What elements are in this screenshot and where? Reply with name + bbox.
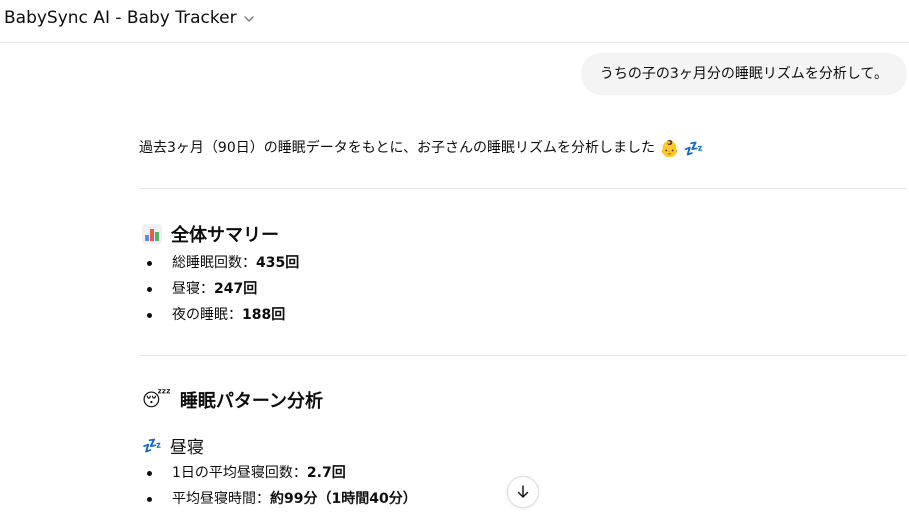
item-value: 約99分（1時間40分） xyxy=(270,491,417,507)
summary-list: 総睡眠回数：435回 昼寝：247回 夜の睡眠：188回 xyxy=(139,250,299,328)
user-message-bubble: うちの子の3ヶ月分の睡眠リズムを分析して。 xyxy=(580,53,907,95)
chat-window: BabySync AI - Baby Tracker うちの子の3ヶ月分の睡眠リ… xyxy=(0,0,909,520)
chevron-down-icon xyxy=(243,15,254,22)
list-item: 1日の平均昼寝回数：2.7回 xyxy=(139,460,417,486)
nap-heading: 💤 昼寝 xyxy=(142,433,204,458)
item-value: 2.7回 xyxy=(306,465,346,481)
item-label: 昼寝： xyxy=(172,281,214,297)
header: BabySync AI - Baby Tracker xyxy=(0,0,909,43)
bar-chart-icon xyxy=(142,224,162,244)
divider xyxy=(139,355,907,356)
intro-text: 過去3ヶ月（90日）の睡眠データをもとに、お子さんの睡眠リズムを分析しました xyxy=(139,140,656,156)
baby-icon: 👶 xyxy=(659,139,680,158)
item-label: 1日の平均昼寝回数： xyxy=(172,465,307,481)
user-message-text: うちの子の3ヶ月分の睡眠リズムを分析して。 xyxy=(599,66,888,82)
list-item: 夜の睡眠：188回 xyxy=(139,302,299,328)
list-item: 昼寝：247回 xyxy=(139,276,299,302)
scroll-to-bottom-button[interactable] xyxy=(507,476,539,508)
divider xyxy=(139,188,907,189)
arrow-down-icon xyxy=(517,485,529,498)
nap-title: 昼寝 xyxy=(169,438,204,458)
pattern-title: 睡眠パターン分析 xyxy=(179,391,323,412)
pattern-heading: 😴 睡眠パターン分析 xyxy=(142,387,323,413)
item-label: 夜の睡眠： xyxy=(172,307,242,323)
list-item: 平均昼寝時間：約99分（1時間40分） xyxy=(139,486,417,512)
list-item: 総睡眠回数：435回 xyxy=(139,250,299,276)
app-title: BabySync AI - Baby Tracker xyxy=(4,8,237,28)
summary-heading: 全体サマリー xyxy=(142,221,279,247)
item-value: 247回 xyxy=(214,281,258,297)
zzz-icon: 💤 xyxy=(142,436,162,455)
item-label: 平均昼寝時間： xyxy=(172,491,270,507)
model-selector[interactable]: BabySync AI - Baby Tracker xyxy=(4,8,255,28)
sleeping-face-icon: 😴 xyxy=(142,389,171,411)
item-value: 435回 xyxy=(256,255,300,271)
bottom-fade xyxy=(0,500,909,520)
assistant-intro: 過去3ヶ月（90日）の睡眠データをもとに、お子さんの睡眠リズムを分析しました 👶… xyxy=(139,138,704,159)
summary-title: 全体サマリー xyxy=(171,225,279,246)
zzz-icon: 💤 xyxy=(683,139,704,158)
item-label: 総睡眠回数： xyxy=(172,255,256,271)
item-value: 188回 xyxy=(242,307,286,323)
nap-list: 1日の平均昼寝回数：2.7回 平均昼寝時間：約99分（1時間40分） xyxy=(139,460,417,512)
